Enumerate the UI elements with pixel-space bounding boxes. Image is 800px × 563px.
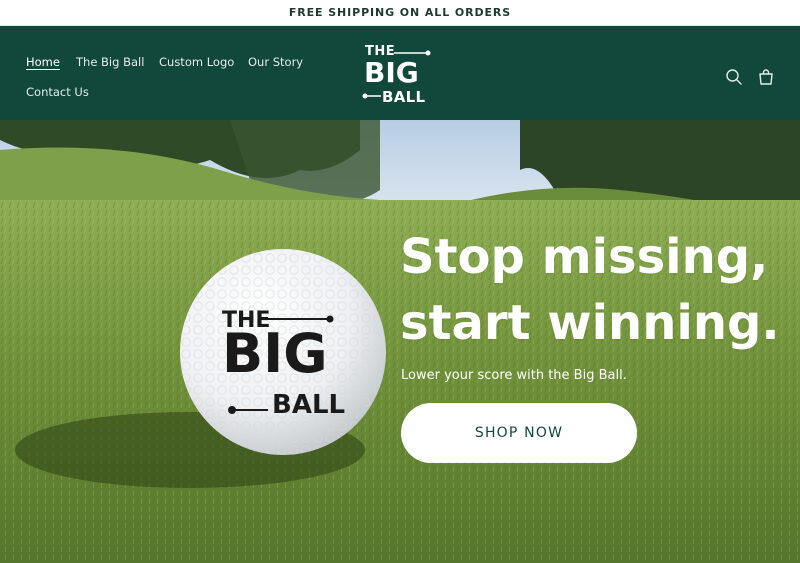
logo-word-big: BIG	[364, 56, 419, 89]
announcement-text: FREE SHIPPING ON ALL ORDERS	[288, 6, 512, 19]
hero-headline-line-1: Stop missing,	[400, 229, 769, 285]
site-header: Home The Big Ball Custom Logo Our Story …	[0, 26, 800, 120]
hero-subtext: Lower your score with the Big Ball.	[401, 368, 627, 383]
site-logo[interactable]: THE BIG BALL	[360, 42, 436, 110]
ball-print-ball: BALL	[272, 390, 346, 420]
hero-banner: THE BIG BALL Stop missing, start winning…	[0, 120, 800, 563]
logo-line-bottom-icon	[362, 93, 381, 99]
logo-word-ball: BALL	[382, 88, 426, 106]
nav-link-contact-us[interactable]: Contact Us	[26, 85, 89, 99]
shop-now-button[interactable]: SHOP NOW	[401, 403, 637, 463]
hero-headline-line-2: start winning.	[400, 295, 780, 351]
nav-link-the-big-ball[interactable]: The Big Ball	[76, 55, 144, 69]
ball-print-big: BIG	[222, 322, 328, 385]
search-icon[interactable]	[723, 66, 745, 88]
nav-link-custom-logo[interactable]: Custom Logo	[159, 55, 234, 69]
hero-headline: Stop missing, start winning.	[400, 224, 800, 356]
cart-icon[interactable]	[755, 66, 777, 88]
nav-link-home[interactable]: Home	[26, 55, 60, 69]
nav-link-our-story[interactable]: Our Story	[248, 55, 303, 69]
announcement-bar: FREE SHIPPING ON ALL ORDERS	[0, 0, 800, 26]
